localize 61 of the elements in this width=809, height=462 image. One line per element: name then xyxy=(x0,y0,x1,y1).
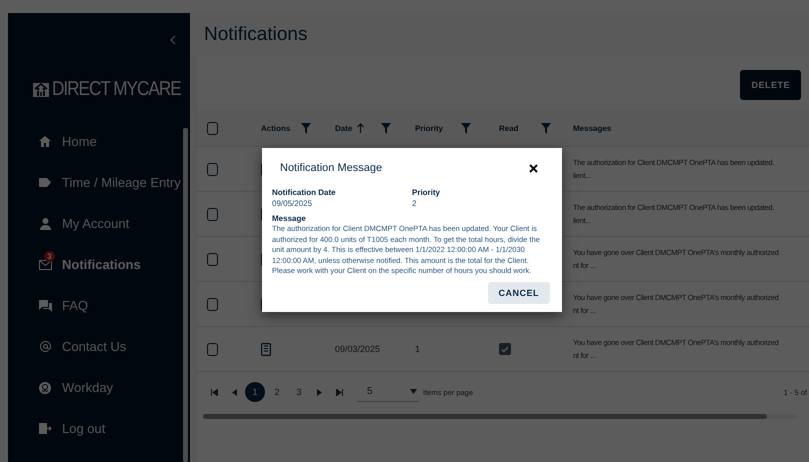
chevron-left-icon[interactable] xyxy=(170,35,176,45)
logout-icon xyxy=(38,423,52,434)
at-sign-icon xyxy=(40,341,50,352)
field-label: Notification Date xyxy=(272,188,336,197)
tag-icon xyxy=(39,178,51,187)
column-header[interactable]: Actions xyxy=(261,124,290,132)
field-value: 09/05/2025 xyxy=(272,199,314,208)
sort-up-arrow-icon[interactable] xyxy=(357,123,364,133)
page-size-dropdown[interactable]: 5 xyxy=(357,382,419,402)
column-header[interactable]: Messages xyxy=(573,124,612,132)
filter-icon[interactable] xyxy=(381,122,391,134)
page-title: Notifications xyxy=(204,24,308,46)
chat-icon xyxy=(38,300,52,312)
field-value: 2 xyxy=(412,199,418,208)
row-checkbox[interactable] xyxy=(207,342,218,356)
row-checkbox[interactable] xyxy=(207,162,218,176)
select-all-checkbox[interactable] xyxy=(207,122,218,134)
delete-button[interactable]: DELETE xyxy=(740,70,801,100)
sidebar-item[interactable]: 3 Notifications xyxy=(8,244,190,285)
filter-icon[interactable] xyxy=(301,122,311,134)
date-cell: 09/03/2025 xyxy=(335,344,380,354)
first-page-icon[interactable] xyxy=(211,388,218,396)
dialog-title: Notification Message xyxy=(280,162,382,174)
person-icon xyxy=(40,218,50,230)
filter-icon[interactable] xyxy=(541,122,551,134)
field-label: Message xyxy=(272,214,306,223)
column-header[interactable]: Read xyxy=(499,124,519,132)
document-icon[interactable] xyxy=(261,342,271,356)
globe-badge-icon xyxy=(39,382,51,394)
cancel-button[interactable]: CANCEL xyxy=(488,282,550,304)
last-page-icon[interactable] xyxy=(336,388,343,396)
sidebar-item[interactable]: Home xyxy=(8,121,190,162)
column-header[interactable]: Date xyxy=(335,124,352,132)
envelope-icon xyxy=(38,260,52,270)
page-number-button[interactable]: 2 xyxy=(267,382,287,402)
notification-count-badge: 3 xyxy=(44,250,55,262)
vertical-scrollbar[interactable] xyxy=(183,128,188,462)
brand-logo-text: DIRECT MYCARE xyxy=(52,78,181,100)
priority-cell: 1 xyxy=(415,344,420,354)
page-number-button[interactable]: 1 xyxy=(245,382,265,402)
column-header[interactable]: Priority xyxy=(415,124,444,132)
sidebar-item[interactable]: Time / Mileage Entry xyxy=(8,162,190,203)
house-family-icon xyxy=(32,80,50,98)
field-label: Priority xyxy=(412,188,440,197)
row-checkbox[interactable] xyxy=(207,252,218,266)
sidebar-item[interactable]: Log out xyxy=(8,408,190,449)
page-number-button[interactable]: 3 xyxy=(289,382,309,402)
row-checkbox[interactable] xyxy=(207,208,218,220)
dropdown-caret-icon xyxy=(410,389,417,394)
next-page-icon[interactable] xyxy=(317,388,322,396)
row-checkbox[interactable] xyxy=(207,298,218,310)
sidebar-item[interactable]: Workday xyxy=(8,367,190,408)
sidebar-item[interactable]: My Account xyxy=(8,203,190,244)
previous-page-icon[interactable] xyxy=(232,388,237,396)
sidebar-item[interactable]: Contact Us xyxy=(8,326,190,367)
checkmark-icon xyxy=(501,346,509,352)
horizontal-scrollbar[interactable] xyxy=(203,414,797,419)
sidebar-item[interactable]: FAQ xyxy=(8,285,190,326)
home-icon xyxy=(39,136,51,147)
close-icon[interactable] xyxy=(529,164,538,172)
filter-icon[interactable] xyxy=(461,122,471,134)
